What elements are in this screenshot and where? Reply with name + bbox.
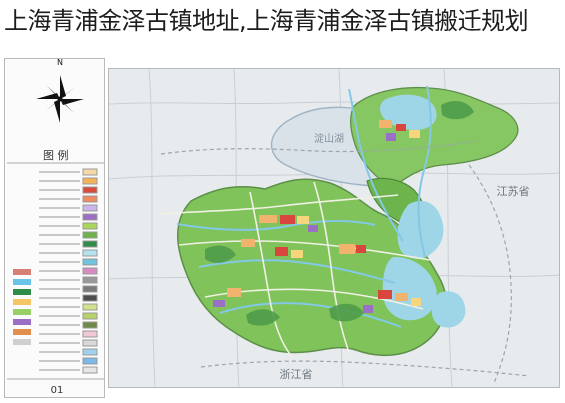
zhejiang-province-label: 浙江省 (280, 368, 313, 381)
legend-text-lines (39, 171, 80, 371)
land-use-map: 淀山湖 江苏省 浙江省 (109, 69, 559, 387)
legend-swatches (82, 168, 98, 374)
north-label: N (57, 59, 63, 67)
left-legend-column (13, 269, 31, 345)
north-arrow-icon (36, 75, 84, 123)
jiangsu-province-label: 江苏省 (497, 185, 530, 198)
southeast-water (431, 291, 466, 328)
dianshan-lake-label: 淀山湖 (314, 132, 344, 145)
page-title: 上海青浦金泽古镇地址,上海青浦金泽古镇搬迁规划 (4, 7, 529, 35)
legend-panel: N 图 例 01 (4, 58, 105, 398)
legend-graphics: N 图 例 01 (7, 58, 104, 396)
map-screenshot: 上海青浦金泽古镇地址,上海青浦金泽古镇搬迁规划 N 图 例 01 淀山湖 江苏省… (0, 0, 565, 400)
legend-heading: 图 例 (43, 148, 69, 162)
page-number: 01 (51, 385, 64, 396)
map-canvas: 淀山湖 江苏省 浙江省 (108, 68, 560, 388)
